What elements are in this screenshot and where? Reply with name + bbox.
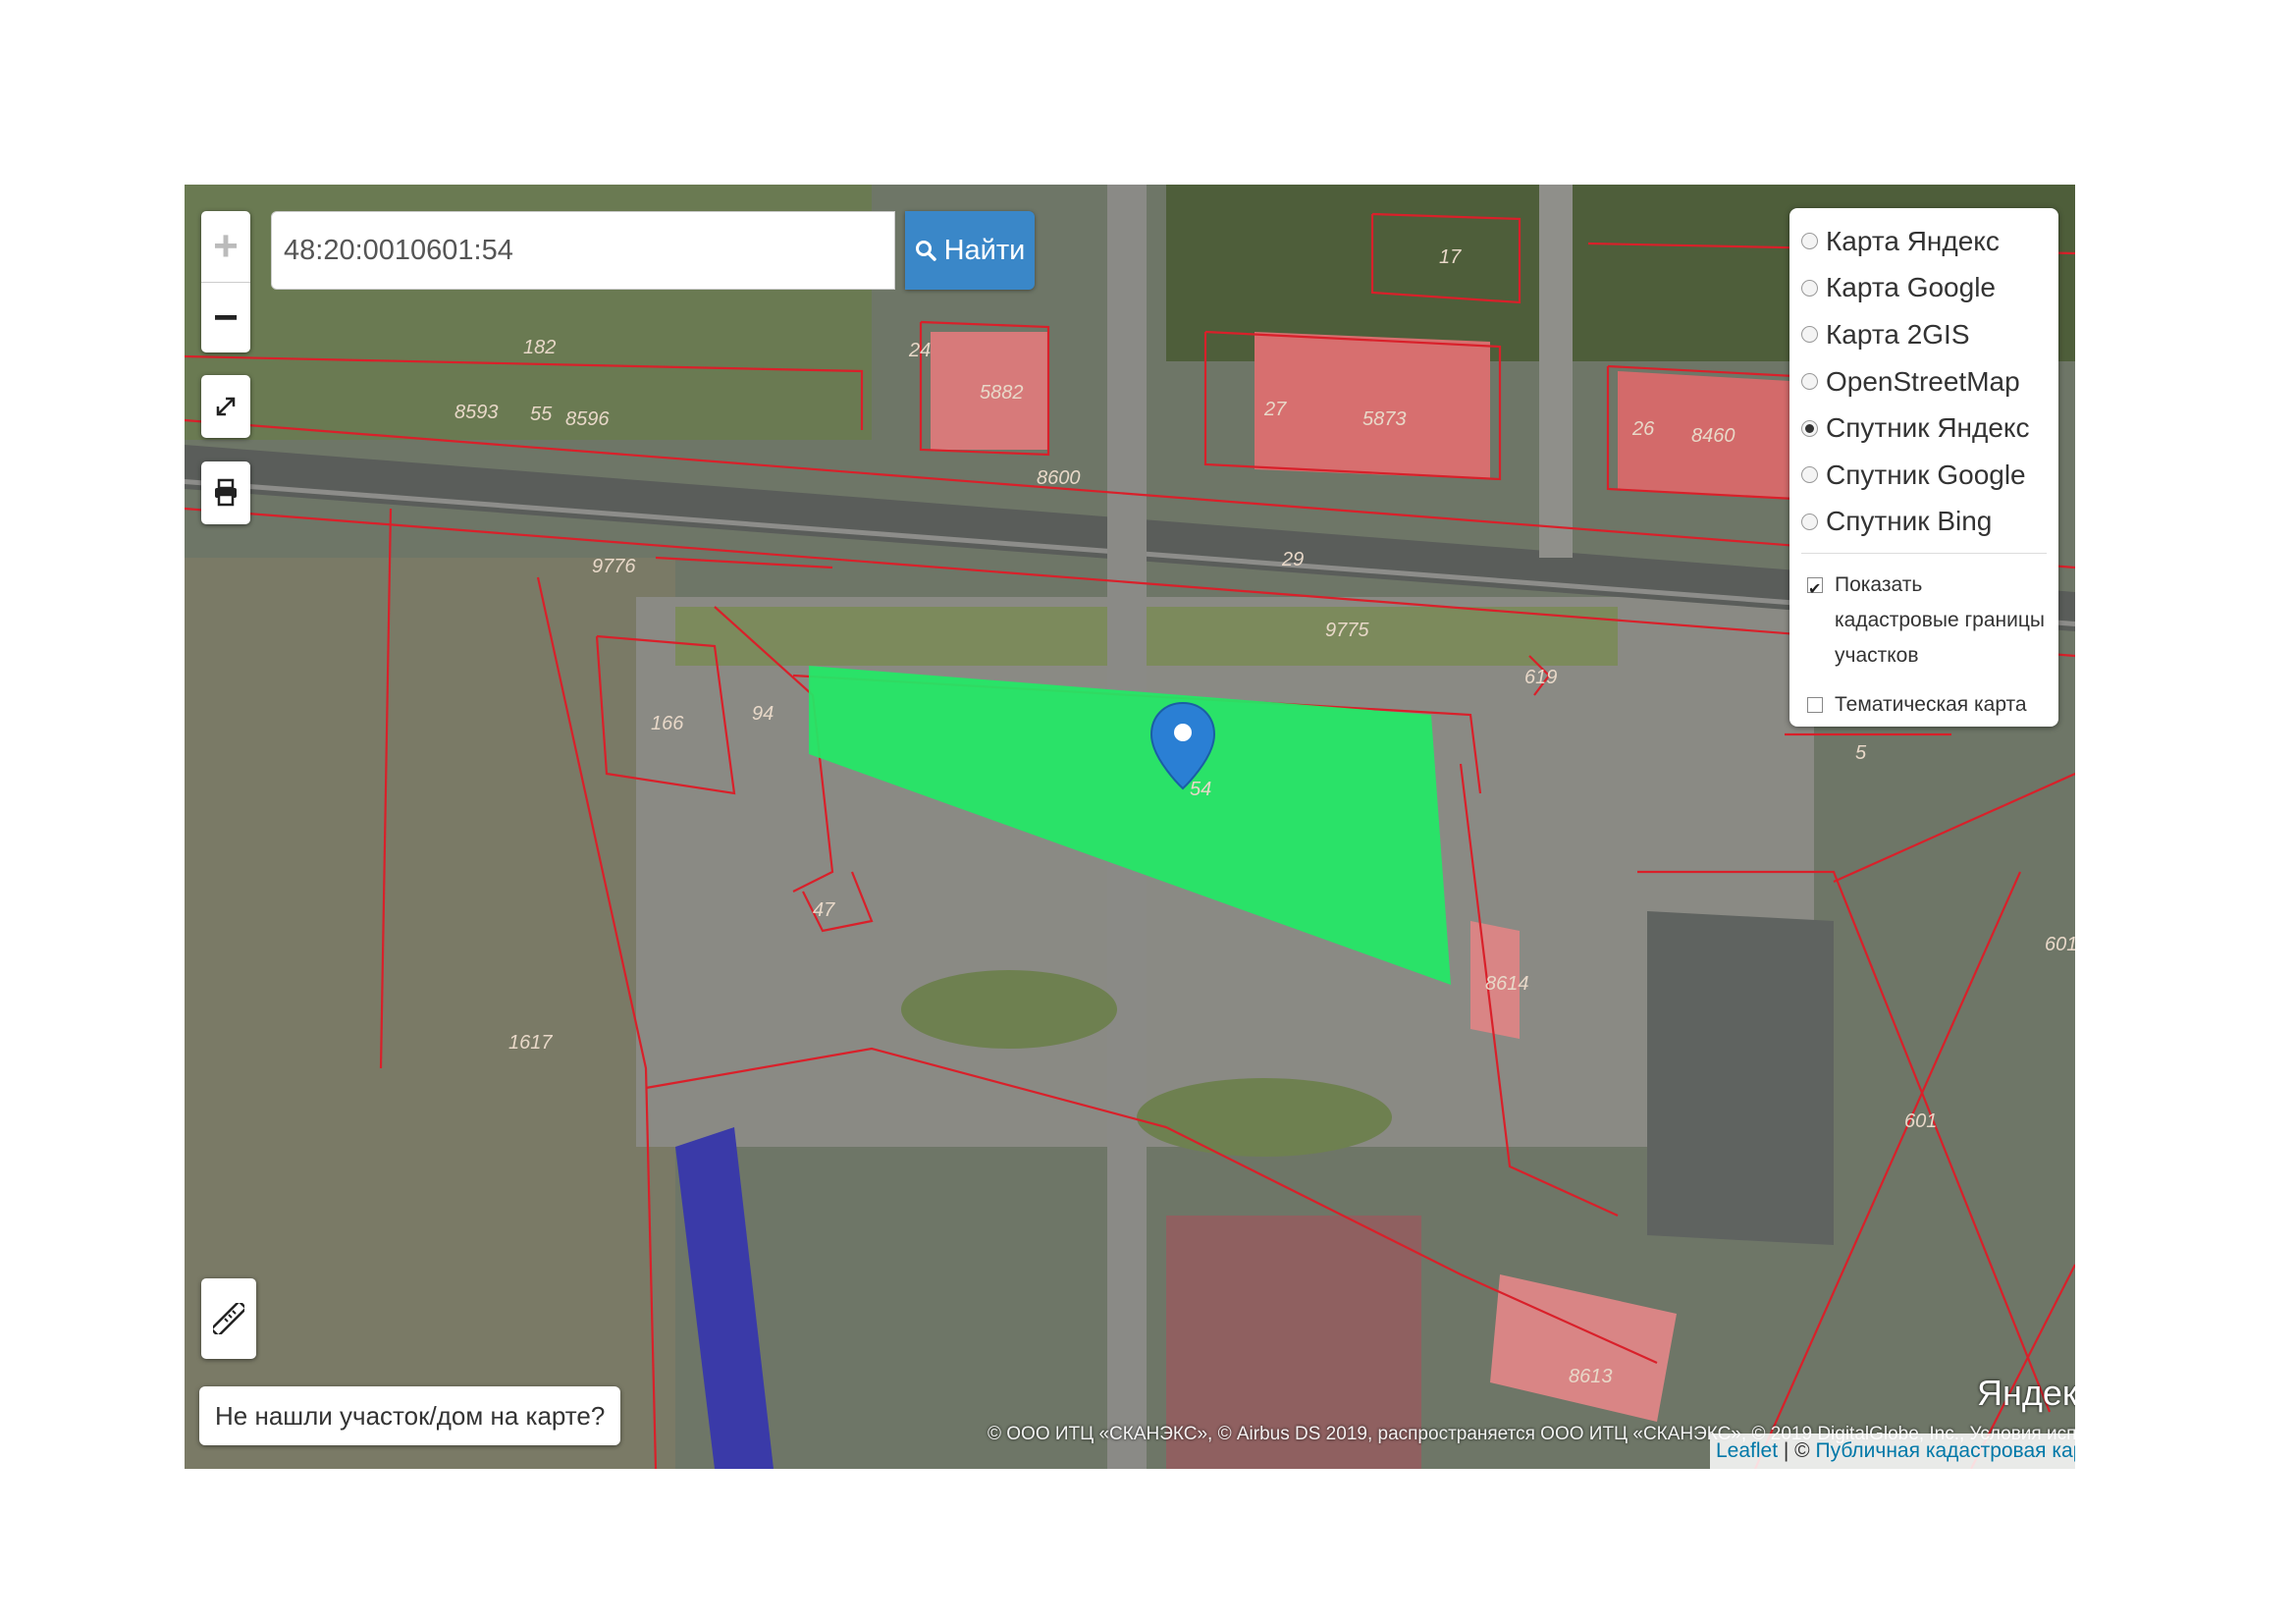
yandex-logo: Яндекс	[1977, 1373, 2075, 1413]
not-found-link[interactable]: Не нашли участок/дом на карте?	[199, 1386, 621, 1445]
overlay-option[interactable]: Показать кадастровые границы участков	[1801, 568, 2047, 674]
parcel-label: 8613	[1569, 1366, 1613, 1387]
parcel-label: 601	[1904, 1110, 1937, 1132]
layer-option[interactable]: OpenStreetMap	[1801, 358, 2047, 406]
layer-option-label: Карта 2GIS	[1826, 318, 1970, 350]
parcel-label: 55	[530, 404, 553, 425]
layer-option-label: Спутник Google	[1826, 459, 2026, 490]
overlay-option[interactable]: Тематическая карта	[1801, 687, 2047, 723]
parcel-label: 47	[813, 899, 835, 921]
layer-radio[interactable]	[1801, 373, 1818, 391]
zoom-out-button[interactable]: −	[201, 283, 250, 352]
parcel-label: 8596	[565, 408, 610, 430]
layer-radio[interactable]	[1801, 326, 1818, 344]
overlay-checkbox[interactable]	[1807, 572, 1823, 608]
layer-radio[interactable]	[1801, 233, 1818, 250]
parcel-label: 5873	[1362, 408, 1407, 430]
attribution-separator: | ©	[1778, 1439, 1816, 1462]
layer-option-label: Карта Google	[1826, 272, 1996, 303]
cadastral-search-input[interactable]	[271, 211, 895, 290]
layer-option-label: Спутник Bing	[1826, 506, 1993, 537]
measure-button[interactable]	[201, 1278, 256, 1359]
overlay-checkbox[interactable]	[1807, 697, 1823, 714]
search-button-label: Найти	[943, 234, 1026, 266]
parcel-label: 166	[651, 713, 684, 734]
expand-icon	[216, 397, 236, 416]
layer-radio[interactable]	[1801, 279, 1818, 297]
parcel-label: 601	[2045, 934, 2075, 955]
parcel-label: 94	[752, 703, 774, 725]
layer-radio[interactable]	[1801, 513, 1818, 530]
fullscreen-button[interactable]	[201, 375, 250, 438]
layer-option[interactable]: Карта 2GIS	[1801, 311, 2047, 358]
print-button[interactable]	[201, 461, 250, 524]
parcel-label: 26	[1631, 418, 1655, 440]
parcel-label: 9776	[592, 556, 636, 577]
parcel-label: 619	[1524, 667, 1557, 688]
parcel-label: 17	[1439, 246, 1462, 268]
layer-radio[interactable]	[1801, 466, 1818, 484]
parcel-label: 5882	[980, 382, 1024, 404]
parcel-label: 182	[523, 337, 556, 358]
parcel-label: 1617	[508, 1032, 553, 1054]
overlay-option-label: Показать кадастровые границы участков	[1835, 573, 2045, 668]
layer-option[interactable]: Спутник Bing	[1801, 499, 2047, 546]
parcel-label: 9775	[1325, 620, 1369, 641]
layer-option-label: Спутник Яндекс	[1826, 412, 2030, 444]
parcel-label: 8614	[1485, 973, 1529, 995]
ruler-icon	[213, 1303, 244, 1334]
layer-option[interactable]: Спутник Яндекс	[1801, 405, 2047, 452]
layer-option-label: OpenStreetMap	[1826, 365, 2020, 397]
layer-option-label: Карта Яндекс	[1826, 225, 2000, 256]
printer-icon	[215, 478, 237, 507]
leaflet-link[interactable]: Leaflet	[1716, 1439, 1778, 1463]
map-attribution: Leaflet | © Публичная кадастровая карта …	[1710, 1434, 2075, 1469]
zoom-in-button[interactable]: +	[201, 211, 250, 283]
layers-divider	[1801, 553, 2047, 555]
search-button[interactable]: Найти	[905, 211, 1035, 290]
parcel-label: 27	[1263, 399, 1287, 420]
layers-panel: Карта Яндекс Карта Google Карта 2GIS OpenSt…	[1789, 208, 2058, 727]
parcel-label: 29	[1281, 549, 1304, 570]
map-view[interactable]: 17 182 24 5882 27 5873 26 8460 8593 55 8…	[185, 185, 2075, 1469]
cadastral-map-link[interactable]: Публичная кадастровая карта	[1816, 1439, 2076, 1463]
layer-option[interactable]: Спутник Google	[1801, 452, 2047, 499]
parcel-label: 5	[1855, 742, 1867, 764]
parcel-label: 8460	[1691, 425, 1735, 447]
parcel-label: 54	[1190, 779, 1211, 800]
parcel-label: 8600	[1037, 467, 1081, 489]
parcel-label: 8593	[454, 402, 499, 423]
layer-option[interactable]: Карта Google	[1801, 265, 2047, 312]
layer-option[interactable]: Карта Яндекс	[1801, 218, 2047, 265]
search-icon	[915, 241, 936, 261]
parcel-label: 24	[908, 340, 931, 361]
overlay-option-label: Тематическая карта	[1835, 693, 2027, 717]
zoom-control: + −	[201, 211, 250, 352]
layer-radio[interactable]	[1801, 419, 1818, 437]
